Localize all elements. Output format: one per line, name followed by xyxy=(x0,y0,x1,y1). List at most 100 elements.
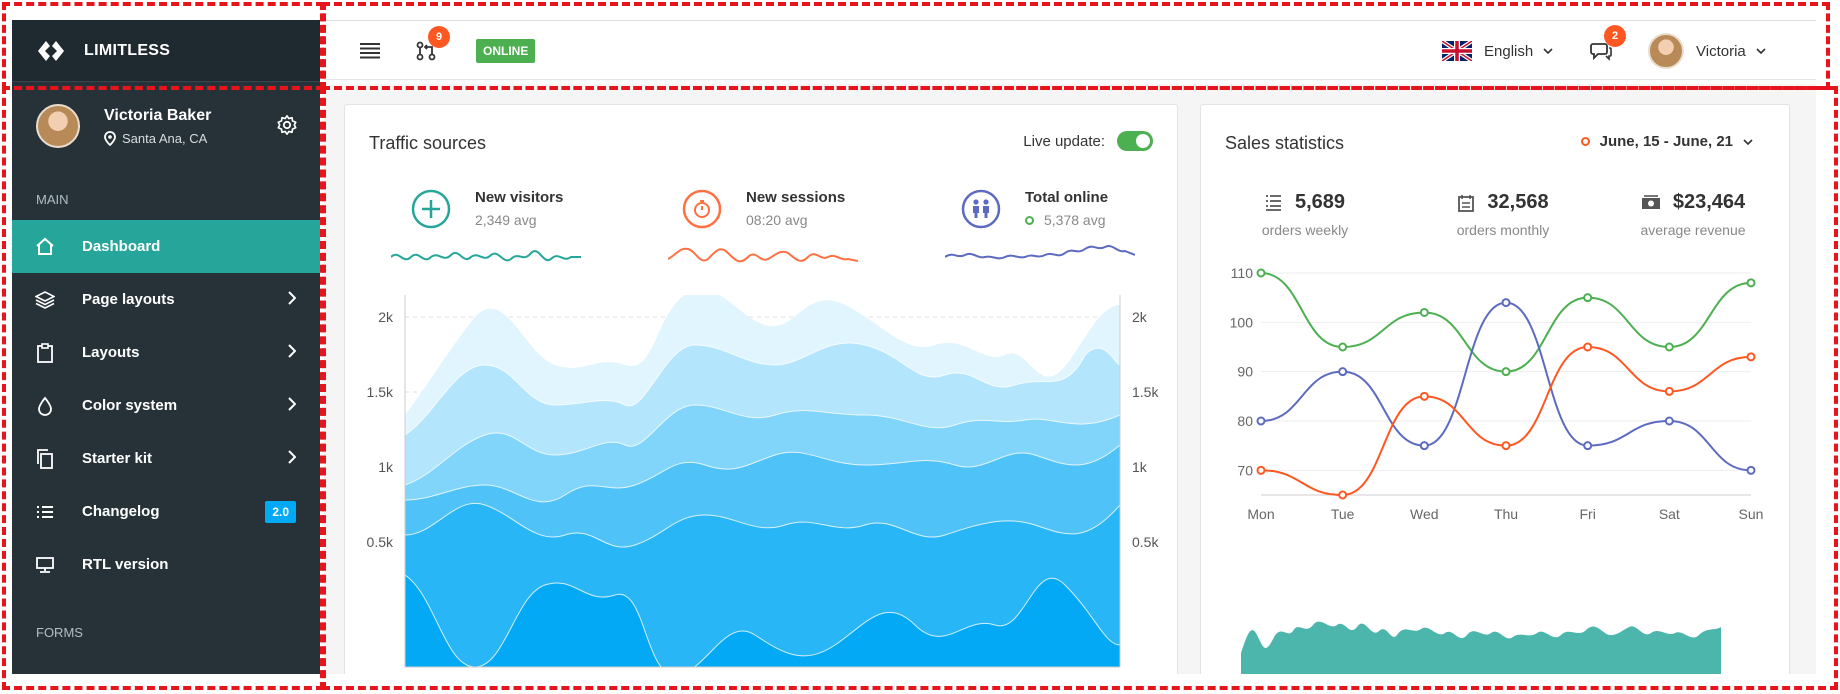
pull-requests-count-badge: 9 xyxy=(428,26,450,48)
live-update-toggle[interactable] xyxy=(1117,131,1153,151)
data-point[interactable] xyxy=(1419,307,1429,317)
sparkline-new-visitors xyxy=(391,250,581,262)
chevron-right-icon xyxy=(288,344,296,358)
y-tick-label-right: 0.5k xyxy=(1132,534,1159,550)
chevron-right-icon xyxy=(288,397,296,411)
data-point[interactable] xyxy=(1664,342,1674,352)
sidebar-item-label: Starter kit xyxy=(82,450,153,467)
data-point[interactable] xyxy=(1338,342,1348,352)
brand-name: LIMITLESS xyxy=(84,41,171,59)
sales-line-chart: 70 80 90 100 110 Mon Tue Wed Thu Fri Sat Sun xyxy=(1230,265,1764,522)
data-point[interactable] xyxy=(1256,465,1266,475)
brand-logo-icon xyxy=(38,40,64,61)
data-point[interactable] xyxy=(1583,293,1593,303)
sidebar-item-page-layouts[interactable]: Page layouts xyxy=(12,273,320,326)
data-point[interactable] xyxy=(1256,416,1266,426)
chevron-down-icon xyxy=(1756,48,1766,54)
data-point[interactable] xyxy=(1746,465,1756,475)
stat-value: $23,464 xyxy=(1672,191,1746,213)
sparkline-total-online xyxy=(945,245,1135,260)
stat-orders-monthly: 32,568 orders monthly xyxy=(1443,191,1563,238)
user-menu-dropdown[interactable]: Victoria xyxy=(1648,21,1766,81)
menu-icon xyxy=(360,43,380,59)
droplet-icon xyxy=(34,395,56,417)
sidebar-item-dashboard[interactable]: Dashboard xyxy=(12,220,320,273)
username-label: Victoria xyxy=(1696,42,1746,60)
sidebar-item-starter-kit[interactable]: Starter kit xyxy=(12,432,320,485)
x-tick-label: Sat xyxy=(1659,506,1680,522)
sparkline-new-sessions xyxy=(668,247,858,263)
data-point[interactable] xyxy=(1256,268,1266,278)
stat-value: 08:20 avg xyxy=(746,212,808,228)
sidebar-item-rtl-version[interactable]: RTL version xyxy=(12,538,320,591)
brand[interactable]: LIMITLESS xyxy=(12,20,320,82)
stat-total-online: Total online 5,378 avg xyxy=(961,189,1108,229)
y-tick-label-left: 1.5k xyxy=(367,384,394,400)
x-tick-label: Wed xyxy=(1410,506,1439,522)
list-lines-icon xyxy=(1265,194,1281,211)
data-point[interactable] xyxy=(1419,441,1429,451)
section-forms-label: FORMS xyxy=(36,625,83,640)
chevron-down-icon xyxy=(1543,48,1553,54)
language-label: English xyxy=(1484,42,1534,60)
y-tick-label-left: 1k xyxy=(378,459,394,475)
sidebar-item-changelog[interactable]: Changelog 2.0 xyxy=(12,485,320,538)
y-tick-label: 70 xyxy=(1237,462,1253,478)
clipboard-icon xyxy=(34,342,56,364)
plus-circle-icon xyxy=(411,189,451,229)
x-tick-label: Mon xyxy=(1247,506,1274,522)
pull-requests-button[interactable]: 9 xyxy=(416,21,450,81)
sidebar-item-layouts[interactable]: Layouts xyxy=(12,326,320,379)
data-point[interactable] xyxy=(1583,342,1593,352)
list-icon xyxy=(34,501,56,523)
y-tick-label-right: 2k xyxy=(1132,309,1148,325)
online-dot-icon xyxy=(1025,215,1034,225)
monitor-icon xyxy=(34,554,56,576)
data-point[interactable] xyxy=(1501,367,1511,377)
data-point[interactable] xyxy=(1583,441,1593,451)
language-dropdown[interactable]: English xyxy=(1442,21,1553,81)
user-avatar[interactable] xyxy=(36,104,80,148)
sales-card-title: Sales statistics xyxy=(1225,133,1345,153)
copy-icon xyxy=(34,448,56,470)
messages-button[interactable]: 2 xyxy=(1590,21,1626,81)
user-location: Santa Ana, CA xyxy=(104,131,211,146)
data-point[interactable] xyxy=(1501,298,1511,308)
data-point[interactable] xyxy=(1664,386,1674,396)
sidebar-item-label: Color system xyxy=(82,397,178,414)
stat-average-revenue: $23,464 average revenue xyxy=(1629,191,1757,238)
sidebar-item-color-system[interactable]: Color system xyxy=(12,379,320,432)
sidebar-item-label: Dashboard xyxy=(82,238,161,255)
stat-new-visitors: New visitors 2,349 avg xyxy=(411,189,563,229)
calendar-icon xyxy=(1458,194,1475,212)
stat-orders-weekly: 5,689 orders weekly xyxy=(1255,191,1355,238)
sidebar-toggle-button[interactable] xyxy=(360,21,380,81)
date-range-dropdown[interactable]: June, 15 - June, 21 xyxy=(1580,133,1753,150)
data-point[interactable] xyxy=(1746,278,1756,288)
chevron-down-icon xyxy=(1743,138,1753,145)
traffic-sources-card: Traffic sources Live update: New visitor… xyxy=(344,104,1178,674)
stopwatch-icon xyxy=(682,189,722,229)
x-tick-label: Thu xyxy=(1494,506,1518,522)
user-panel: Victoria Baker Santa Ana, CA xyxy=(12,82,320,170)
sidebar-item-label: Page layouts xyxy=(82,291,175,308)
y-tick-label: 90 xyxy=(1237,364,1253,380)
data-point[interactable] xyxy=(1664,416,1674,426)
main-content: Traffic sources Live update: New visitor… xyxy=(324,84,1816,674)
x-tick-label: Fri xyxy=(1580,506,1596,522)
data-point[interactable] xyxy=(1501,441,1511,451)
data-point[interactable] xyxy=(1746,352,1756,362)
topbar-avatar xyxy=(1648,33,1684,69)
data-point[interactable] xyxy=(1338,367,1348,377)
data-point[interactable] xyxy=(1338,490,1348,500)
user-name[interactable]: Victoria Baker xyxy=(104,107,211,125)
sidebar: LIMITLESS Victoria Baker Santa Ana, CA M… xyxy=(12,20,320,674)
sidebar-item-label: Changelog xyxy=(82,503,160,520)
stat-label: New sessions xyxy=(746,189,846,206)
data-point[interactable] xyxy=(1419,391,1429,401)
x-tick-label: Tue xyxy=(1331,506,1355,522)
uk-flag-icon xyxy=(1442,41,1472,61)
chevron-right-icon xyxy=(288,291,296,305)
mini-area xyxy=(1241,621,1721,674)
gear-icon[interactable] xyxy=(276,114,298,136)
